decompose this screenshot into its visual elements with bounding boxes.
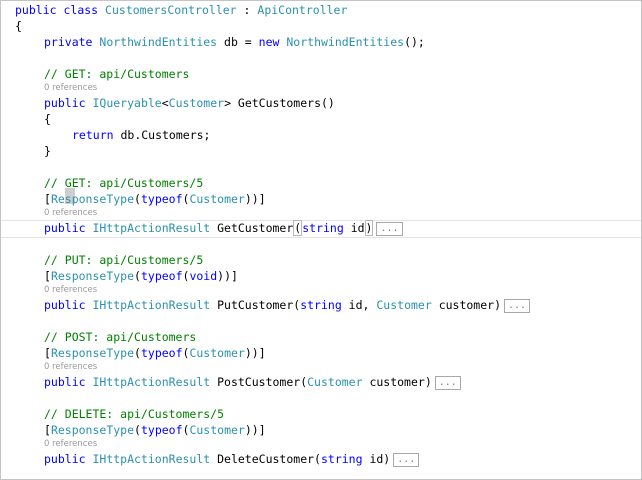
code-text: id) [362, 452, 391, 466]
codelens-references-link[interactable]: 0 references [44, 439, 97, 450]
code-text: db.Customers; [113, 128, 211, 142]
type-name: Customer [307, 375, 363, 389]
code-text: db = [217, 35, 259, 49]
keyword: private [44, 35, 93, 49]
code-text: ( [134, 346, 141, 360]
type-name: Customer [189, 192, 245, 206]
type-name: NorthwindEntities [286, 35, 405, 49]
class-declaration-line[interactable]: public class CustomersController : ApiCo… [15, 1, 347, 19]
collapsed-region-button[interactable]: ... [434, 376, 461, 390]
open-brace-line[interactable]: { [15, 17, 22, 35]
attribute-line[interactable]: [ResponseType(typeof(void))] [44, 267, 238, 285]
code-text: < [161, 96, 169, 110]
type-name: Customer [168, 96, 225, 110]
type-name: IHttpActionResult [92, 298, 211, 312]
code-text: [ [44, 269, 51, 283]
keyword: void [189, 269, 218, 283]
keyword: string [300, 298, 342, 312]
method-name: PutCustomer( [210, 298, 301, 312]
codelens-references-link[interactable]: 0 references [44, 208, 97, 219]
code-text: ( [134, 192, 141, 206]
code-text: { [15, 19, 22, 33]
type-name: Customer [189, 423, 245, 437]
attribute-name: ResponseType [50, 192, 135, 206]
keyword: public [15, 3, 57, 17]
collapsed-region-button[interactable]: ... [376, 222, 403, 236]
brace-match-highlight: ( [293, 220, 303, 236]
type-name: IQueryable [92, 96, 162, 110]
attribute-name: ResponseType [50, 346, 135, 360]
keyword: typeof [140, 346, 183, 360]
keyword: new [258, 35, 280, 49]
keyword: public [44, 298, 86, 312]
code-text: : [236, 3, 258, 17]
attribute-line[interactable]: [ResponseType(typeof(Customer))] [44, 190, 266, 208]
field-declaration-line[interactable]: private NorthwindEntities db = new North… [44, 33, 425, 51]
code-text: > GetCustomers() [224, 96, 335, 110]
code-text: [ [44, 346, 51, 360]
return-statement-line[interactable]: return db.Customers; [72, 126, 210, 144]
method-close-brace[interactable]: } [44, 142, 51, 160]
keyword: public [44, 375, 86, 389]
keyword: public [44, 452, 86, 466]
method-signature-post-customer[interactable]: public IHttpActionResult PostCustomer(Cu… [44, 373, 461, 391]
type-name: IHttpActionResult [92, 375, 211, 389]
code-text: (); [404, 35, 425, 49]
code-text: ))] [244, 423, 266, 437]
attribute-line[interactable]: [ResponseType(typeof(Customer))] [44, 421, 266, 439]
method-signature-delete-customer[interactable]: public IHttpActionResult DeleteCustomer(… [44, 450, 420, 468]
attribute-name: ResponseType [50, 423, 135, 437]
codelens-references-link[interactable]: 0 references [44, 285, 97, 296]
code-text: ( [134, 269, 141, 283]
code-text: [ [44, 423, 51, 437]
code-text: ))] [217, 269, 238, 283]
code-text: ( [134, 423, 141, 437]
brace-match-highlight: ) [364, 220, 374, 236]
keyword: string [302, 221, 344, 235]
code-text: id, [341, 298, 377, 312]
method-name: PostCustomer( [210, 375, 308, 389]
keyword: public [44, 96, 86, 110]
method-open-brace[interactable]: { [44, 110, 51, 128]
method-signature-get-customer[interactable]: public IHttpActionResult GetCustomer(str… [44, 219, 403, 237]
class-name: CustomersController [105, 3, 237, 17]
code-text: customer) [362, 375, 432, 389]
type-name: IHttpActionResult [92, 221, 211, 235]
keyword: typeof [140, 423, 183, 437]
code-editor[interactable]: public class CustomersController : ApiCo… [1, 1, 641, 479]
code-text: [ [44, 192, 51, 206]
collapsed-region-button[interactable]: ... [393, 453, 420, 467]
keyword: class [63, 3, 99, 17]
code-editor-frame: public class CustomersController : ApiCo… [0, 0, 642, 480]
type-name: IHttpActionResult [92, 452, 211, 466]
code-text: customer) [431, 298, 502, 312]
method-name: GetCustomer [210, 221, 294, 235]
keyword: typeof [140, 192, 183, 206]
collapsed-region-button[interactable]: ... [504, 299, 531, 313]
method-name: DeleteCustomer( [210, 452, 321, 466]
comment-line[interactable]: // GET: api/Customers [44, 65, 189, 83]
type-name: Customer [376, 298, 432, 312]
attribute-name: ResponseType [50, 269, 135, 283]
codelens-references-link[interactable]: 0 references [44, 362, 97, 373]
keyword: string [320, 452, 363, 466]
codelens-references-link[interactable]: 0 references [44, 83, 97, 94]
code-text: ))] [244, 192, 266, 206]
keyword: typeof [140, 269, 183, 283]
keyword: return [72, 128, 114, 142]
method-signature-get-customers[interactable]: public IQueryable<Customer> GetCustomers… [44, 94, 335, 112]
code-text: id [343, 221, 365, 235]
base-class-name: ApiController [257, 3, 348, 17]
type-name: Customer [189, 346, 245, 360]
keyword: public [44, 221, 86, 235]
attribute-line[interactable]: [ResponseType(typeof(Customer))] [44, 344, 266, 362]
method-signature-put-customer[interactable]: public IHttpActionResult PutCustomer(str… [44, 296, 531, 314]
type-name: NorthwindEntities [99, 35, 218, 49]
code-text: ))] [244, 346, 266, 360]
